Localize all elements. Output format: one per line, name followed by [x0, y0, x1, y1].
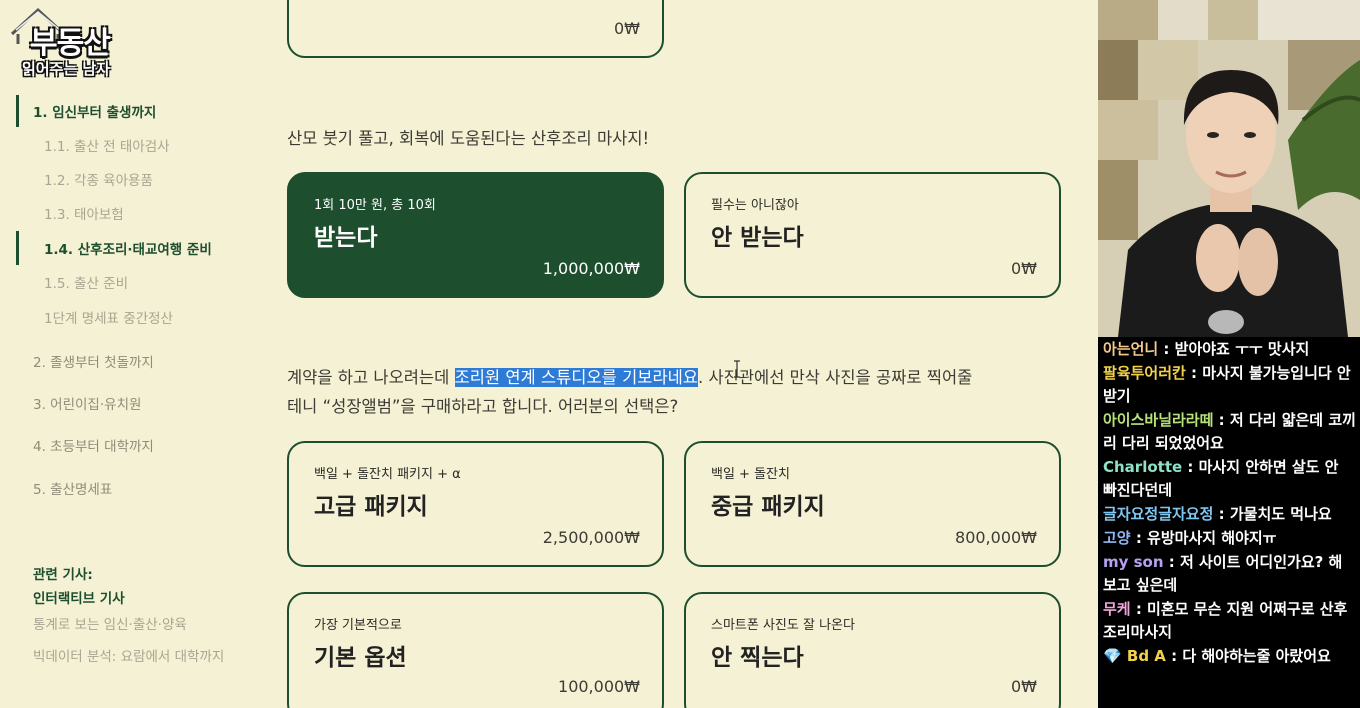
nav-item-step1-summary[interactable]: 1단계 명세표 중간정산	[44, 307, 173, 327]
selected-text-highlight: 조리원 연계 스튜디오를 기보라네요	[454, 368, 698, 387]
option-subtitle: 백일 + 돌잔치 패키지 + α	[314, 467, 461, 482]
option-price: 0₩	[1011, 677, 1037, 696]
nav-item-section-5[interactable]: 5. 출산명세표	[33, 478, 112, 498]
chat-message: 팔육투어러칸 : 마사지 불가능입니다 안받기	[1103, 362, 1356, 408]
question-album-line2: 테니 “성장앨범”을 구매하라고 합니다. 어러분의 선택은?	[287, 397, 679, 416]
option-card-mid-package[interactable]: 백일 + 돌잔치 중급 패키지 800,000₩	[684, 441, 1061, 567]
option-title: 안 받는다	[711, 225, 804, 251]
option-card-no-photo[interactable]: 스마트폰 사진도 잘 나온다 안 찍는다 0₩	[684, 592, 1061, 708]
option-card-massage-no[interactable]: 필수는 아니잖아 안 받는다 0₩	[684, 172, 1061, 298]
chat-text: : 가물치도 먹나요	[1213, 505, 1332, 523]
chat-text: : 다 해야하는줄 아랐어요	[1165, 647, 1331, 665]
live-chat-panel: 아는언니 : 받아야죠 ㅜㅜ 맛사지 팔육투어러칸 : 마사지 불가능입니다 안…	[1098, 337, 1360, 708]
option-title: 고급 패키지	[314, 494, 428, 520]
option-price: 800,000₩	[955, 528, 1037, 547]
nav-item-1-3[interactable]: 1.3. 태아보험	[44, 203, 124, 223]
chat-username: my son	[1103, 553, 1164, 571]
chat-message: 무케 : 미혼모 무슨 지원 어쩌구로 산후조리마사지	[1103, 598, 1356, 644]
webcam-video	[1098, 0, 1360, 337]
option-price: 0₩	[1011, 259, 1037, 278]
chat-username: 아이스바닐라라떼	[1103, 411, 1214, 429]
option-card-top-partial[interactable]: 0₩	[287, 0, 664, 58]
chat-message: 아이스바닐라라떼 : 저 다리 얇은데 코끼리 다리 되었었어요	[1103, 409, 1356, 455]
chat-message: Charlotte : 마사지 안하면 살도 안 빠진다던데	[1103, 456, 1356, 502]
active-section-bar	[16, 95, 19, 127]
option-title: 안 찍는다	[711, 645, 804, 671]
nav-item-1-2[interactable]: 1.2. 각종 육아용품	[44, 169, 153, 189]
nav-item-section-1[interactable]: 1. 임신부터 출생까지	[33, 101, 156, 121]
option-subtitle: 스마트폰 사진도 잘 나온다	[711, 618, 855, 633]
nav-item-section-2[interactable]: 2. 졸생부터 첫돌까지	[33, 351, 154, 371]
option-title: 받는다	[314, 225, 378, 251]
related-link-interactive[interactable]: 인터랙티브 기사	[33, 587, 125, 607]
streamer-image	[1098, 0, 1360, 337]
question-album-before: 계약을 하고 나오려는데	[287, 368, 455, 387]
chat-username: 아는언니	[1103, 340, 1159, 358]
option-price: 100,000₩	[558, 677, 640, 696]
chat-message: 글자요정글자요정 : 가물치도 먹나요	[1103, 503, 1356, 526]
logo-line1: 부동산	[30, 26, 111, 61]
logo-line2: 읽어주는 남자	[22, 60, 111, 78]
option-card-massage-yes[interactable]: 1회 10만 원, 총 10회 받는다 1,000,000₩	[287, 172, 664, 298]
nav-item-1-1[interactable]: 1.1. 출산 전 태아검사	[44, 135, 170, 155]
option-subtitle: 가장 기본적으로	[314, 618, 402, 633]
chat-message: 💎 Bd A : 다 해야하는줄 아랐어요	[1103, 645, 1356, 668]
chat-username: 💎 Bd A	[1103, 647, 1166, 665]
option-subtitle: 백일 + 돌잔치	[711, 467, 790, 482]
option-subtitle: 1회 10만 원, 총 10회	[314, 198, 436, 213]
chat-text: : 미혼모 무슨 지원 어쩌구로 산후조리마사지	[1103, 600, 1348, 641]
chat-message: 아는언니 : 받아야죠 ㅜㅜ 맛사지	[1103, 338, 1356, 361]
chat-text: : 받아야죠 ㅜㅜ 맛사지	[1158, 340, 1310, 358]
chat-message: my son : 저 사이트 어디인가요? 해보고 싶은데	[1103, 551, 1356, 597]
question-album: 계약을 하고 나오려는데 조리원 연계 스튜디오를 기보라네요. 사진관에선 만…	[287, 363, 972, 421]
option-price: 1,000,000₩	[542, 259, 640, 278]
chat-username: 글자요정글자요정	[1103, 505, 1214, 523]
text-cursor-icon	[734, 360, 740, 378]
nav-item-section-3[interactable]: 3. 어린이집·유치원	[33, 393, 141, 413]
option-price: 0₩	[614, 19, 640, 38]
active-subsection-bar	[16, 231, 19, 265]
question-massage: 산모 붓기 풀고, 회복에 도움된다는 산후조리 마사지!	[287, 129, 650, 148]
site-logo[interactable]: 부동산 읽어주는 남자	[8, 4, 130, 84]
chat-text: : 유방마사지 해야지ㅠ	[1130, 529, 1277, 547]
option-title: 중급 패키지	[711, 494, 825, 520]
chat-message: 고양 : 유방마사지 해야지ㅠ	[1103, 527, 1356, 550]
chat-username: 팔육투어러칸	[1103, 364, 1186, 382]
chat-username: Charlotte	[1103, 458, 1183, 476]
option-subtitle: 필수는 아니잖아	[711, 198, 799, 213]
chat-username: 무케	[1103, 600, 1131, 618]
related-link-statistics[interactable]: 통계로 보는 임신·출산·양육	[33, 613, 187, 633]
option-title: 기본 옵션	[314, 645, 407, 671]
option-card-basic[interactable]: 가장 기본적으로 기본 옵션 100,000₩	[287, 592, 664, 708]
nav-item-section-4[interactable]: 4. 초등부터 대학까지	[33, 435, 154, 455]
option-card-premium-package[interactable]: 백일 + 돌잔치 패키지 + α 고급 패키지 2,500,000₩	[287, 441, 664, 567]
chat-username: 고양	[1103, 529, 1131, 547]
nav-item-1-4[interactable]: 1.4. 산후조리·태교여행 준비	[44, 238, 212, 258]
related-link-bigdata[interactable]: 빅데이터 분석: 요람에서 대학까지	[33, 645, 224, 665]
related-articles-title: 관련 기사:	[33, 567, 93, 583]
option-price: 2,500,000₩	[542, 528, 640, 547]
nav-item-1-5[interactable]: 1.5. 출산 준비	[44, 272, 128, 292]
